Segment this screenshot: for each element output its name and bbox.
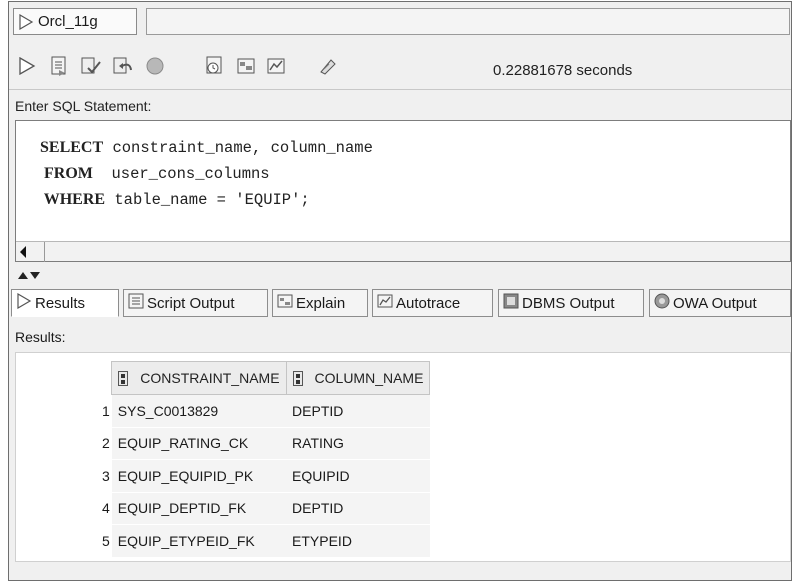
table-row[interactable]: 2 EQUIP_RATING_CK RATING: [96, 427, 430, 460]
cell-column-name[interactable]: DEPTID: [286, 394, 430, 428]
column-type-icon: [292, 371, 303, 387]
cancel-icon[interactable]: [145, 56, 165, 76]
sql-keyword: WHERE: [40, 191, 106, 208]
row-number: 5: [96, 524, 112, 558]
connection-tab[interactable]: Orcl_11g: [13, 8, 137, 35]
table-row[interactable]: 4 EQUIP_DEPTID_FK DEPTID: [96, 492, 430, 525]
dbms-output-icon: [503, 293, 519, 313]
script-output-icon: [128, 293, 144, 313]
sql-keyword: FROM: [40, 165, 93, 182]
panel-splitter-handle[interactable]: [17, 267, 41, 279]
worksheet-toolbar: 0.22881678 seconds: [9, 40, 791, 90]
column-header-column-name[interactable]: COLUMN_NAME: [285, 361, 431, 395]
clear-icon[interactable]: [317, 56, 337, 76]
table-row[interactable]: 1 SYS_C0013829 DEPTID: [96, 394, 430, 428]
scroll-left-icon[interactable]: [20, 246, 26, 258]
column-header-label: CONSTRAINT_NAME: [140, 369, 280, 386]
connection-tab-label: Orcl_11g: [38, 13, 98, 30]
sql-editor[interactable]: SELECT constraint_name, column_name FROM…: [15, 120, 791, 262]
tab-label: OWA Output: [673, 294, 757, 312]
cell-constraint-name[interactable]: EQUIP_ETYPEID_FK: [111, 524, 287, 558]
tab-owa-output[interactable]: OWA Output: [649, 289, 791, 317]
autotrace-icon[interactable]: [267, 56, 287, 76]
tab-label: DBMS Output: [522, 294, 615, 312]
column-header-constraint-name[interactable]: CONSTRAINT_NAME: [111, 361, 287, 395]
sql-line: FROM user_cons_columns: [40, 165, 270, 183]
row-number: 1: [96, 394, 112, 428]
results-tab-icon: [16, 292, 32, 313]
sql-line: WHERE table_name = 'EQUIP';: [40, 191, 310, 209]
autotrace-tab-icon: [377, 293, 393, 313]
sql-keyword: SELECT: [40, 139, 104, 156]
results-label: Results:: [15, 329, 66, 345]
owa-output-icon: [654, 293, 670, 313]
tab-label: Script Output: [147, 294, 235, 312]
status-strip: [9, 564, 791, 580]
cell-constraint-name[interactable]: EQUIP_DEPTID_FK: [111, 492, 287, 525]
tab-dbms-output[interactable]: DBMS Output: [498, 289, 644, 317]
row-number: 4: [96, 492, 112, 525]
execution-time: 0.22881678 seconds: [493, 62, 633, 79]
tab-autotrace[interactable]: Autotrace: [372, 289, 493, 317]
cell-column-name[interactable]: EQUIPID: [286, 459, 430, 493]
tab-label: Autotrace: [396, 294, 461, 312]
row-number: 2: [96, 427, 112, 460]
connection-tab-strip: [146, 8, 790, 35]
row-number: 3: [96, 459, 112, 493]
tab-results[interactable]: Results: [11, 289, 119, 317]
cell-constraint-name[interactable]: EQUIP_RATING_CK: [111, 427, 287, 460]
explain-plan-icon[interactable]: [237, 56, 257, 76]
sql-text[interactable]: SELECT constraint_name, column_name FROM…: [40, 135, 373, 213]
sql-line-text: constraint_name, column_name: [103, 139, 373, 157]
tab-explain[interactable]: Explain: [272, 289, 368, 317]
sql-line-text: table_name = 'EQUIP';: [105, 191, 310, 209]
explain-tab-icon: [277, 293, 293, 313]
cell-column-name[interactable]: DEPTID: [286, 492, 430, 525]
results-grid: CONSTRAINT_NAME COLUMN_NAME 1 SYS_C00138…: [96, 361, 431, 558]
tab-label: Explain: [296, 294, 346, 312]
tab-script-output[interactable]: Script Output: [123, 289, 268, 317]
tab-label: Results: [35, 294, 86, 312]
sql-line-text: user_cons_columns: [92, 165, 270, 183]
cell-constraint-name[interactable]: EQUIP_EQUIPID_PK: [111, 459, 287, 493]
editor-horizontal-scrollbar[interactable]: [16, 241, 790, 262]
cell-column-name[interactable]: ETYPEID: [286, 524, 430, 558]
cell-column-name[interactable]: RATING: [286, 427, 430, 460]
connection-tab-bar: Orcl_11g: [9, 2, 791, 38]
sql-line: SELECT constraint_name, column_name: [40, 139, 373, 157]
table-row[interactable]: 3 EQUIP_EQUIPID_PK EQUIPID: [96, 459, 430, 493]
sql-statement-label: Enter SQL Statement:: [15, 98, 152, 114]
run-statement-icon[interactable]: [17, 56, 37, 76]
sql-worksheet-window: Orcl_11g 0.22881678 seconds Enter SQL St…: [8, 1, 792, 581]
sql-history-icon[interactable]: [205, 56, 225, 76]
cell-constraint-name[interactable]: SYS_C0013829: [111, 394, 287, 428]
commit-icon[interactable]: [81, 56, 101, 76]
run-script-icon[interactable]: [49, 56, 69, 76]
column-type-icon: [118, 371, 129, 387]
connection-play-icon: [18, 13, 34, 30]
row-number-header: [96, 362, 112, 395]
result-tab-bar: Results Script Output Explain Autotrace …: [9, 283, 791, 319]
rollback-icon[interactable]: [113, 56, 133, 76]
column-header-label: COLUMN_NAME: [314, 369, 424, 386]
results-grid-area: CONSTRAINT_NAME COLUMN_NAME 1 SYS_C00138…: [15, 352, 791, 562]
scrollbar-divider: [44, 242, 45, 262]
table-row[interactable]: 5 EQUIP_ETYPEID_FK ETYPEID: [96, 524, 430, 558]
